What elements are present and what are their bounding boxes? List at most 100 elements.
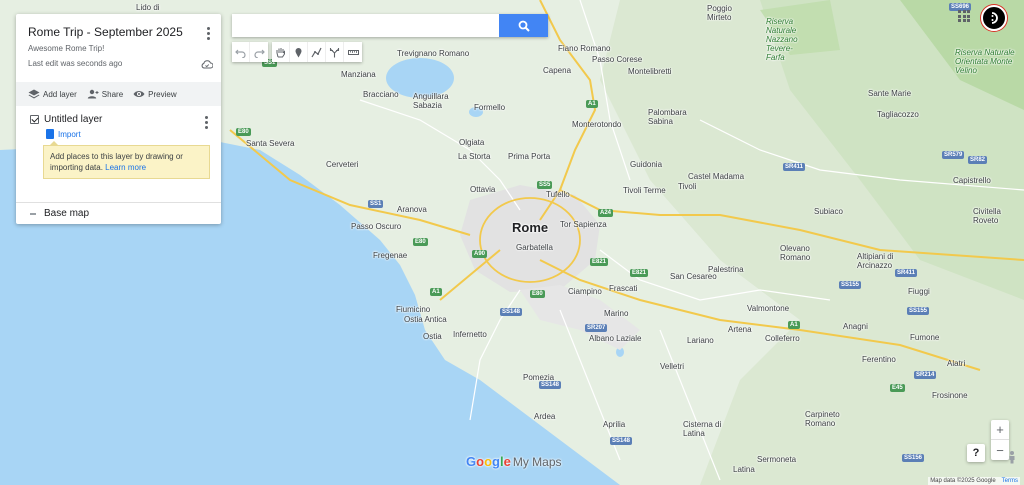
add-marker-button[interactable] xyxy=(290,42,308,62)
road-shield: SR82 xyxy=(968,156,988,164)
redo-button[interactable] xyxy=(250,42,268,62)
place-label: Tagliacozzo xyxy=(877,110,919,119)
place-label: Trevignano Romano xyxy=(397,49,470,58)
road-shield: SS1 xyxy=(368,200,384,208)
place-label: Lariano xyxy=(687,336,714,345)
layer-options-menu-icon[interactable] xyxy=(199,115,213,129)
road-shield: A1 xyxy=(586,100,598,108)
road-shield: SS155 xyxy=(839,281,862,289)
place-label: Tor Sapienza xyxy=(560,220,607,229)
account-avatar[interactable] xyxy=(981,5,1007,31)
share-button[interactable]: Share xyxy=(87,89,123,99)
place-label: Aranova xyxy=(397,205,427,214)
map-options-menu-icon[interactable] xyxy=(201,26,215,40)
layer-hint-tooltip: Add places to this layer by drawing or i… xyxy=(43,141,210,179)
place-label: Colleferro xyxy=(765,334,800,343)
place-label: Velletri xyxy=(660,362,685,371)
place-label: Riserva Naturale Orientata Monte Velino xyxy=(955,48,1015,75)
road-shield: SS148 xyxy=(539,381,562,389)
terms-link[interactable]: Terms xyxy=(1002,478,1018,484)
draw-line-button[interactable] xyxy=(308,42,326,62)
help-button[interactable]: ? xyxy=(967,444,985,462)
select-items-button[interactable] xyxy=(272,42,290,62)
google-my-maps-logo: Google My Maps xyxy=(466,454,562,469)
place-label: Anagni xyxy=(843,322,868,331)
place-label: Sante Marie xyxy=(868,89,912,98)
zoom-in-button[interactable]: + xyxy=(991,420,1009,440)
map-attribution: Map data ©2025 Google Terms xyxy=(928,477,1020,485)
search-button[interactable] xyxy=(499,14,548,37)
import-label: Import xyxy=(58,129,81,139)
eye-icon xyxy=(133,91,145,97)
road-shield: SS148 xyxy=(500,308,523,316)
road-shield: E821 xyxy=(630,269,649,277)
place-label: La Storta xyxy=(458,152,491,161)
place-label: Frosinone xyxy=(932,391,968,400)
place-label: Alatri xyxy=(947,359,966,368)
cloud-saved-icon xyxy=(201,60,213,69)
place-label: Artena xyxy=(728,325,752,334)
road-shield: A1 xyxy=(788,321,800,329)
road-shield: SR411 xyxy=(895,269,918,277)
place-label: Tivoli Terme xyxy=(623,186,666,195)
map-details-panel: Rome Trip - September 2025 Awesome Rome … xyxy=(16,14,221,224)
layer-section: Untitled layer Import Add places to this… xyxy=(16,106,221,202)
street-view-pegman-icon[interactable] xyxy=(1005,450,1019,464)
google-apps-icon[interactable] xyxy=(958,10,970,22)
measure-button[interactable] xyxy=(344,42,362,62)
learn-more-link[interactable]: Learn more xyxy=(105,163,146,172)
road-shield: E45 xyxy=(890,384,905,392)
place-label: Sermoneta xyxy=(757,455,797,464)
layer-name[interactable]: Untitled layer xyxy=(44,114,102,125)
draw-line-icon xyxy=(311,47,322,57)
undo-button[interactable] xyxy=(232,42,250,62)
preview-button[interactable]: Preview xyxy=(133,89,177,99)
place-label: Subiaco xyxy=(814,207,843,216)
add-directions-button[interactable] xyxy=(326,42,344,62)
place-label: Capistrello xyxy=(953,176,991,185)
place-label: Civitella Roveto xyxy=(973,207,1002,225)
place-label: Tivoli xyxy=(678,182,697,191)
panel-actions: Add layer Share Preview xyxy=(16,82,221,106)
place-label: Ostia Antica xyxy=(404,315,447,324)
expand-caret-icon[interactable] xyxy=(30,212,36,215)
base-map-row[interactable]: Base map xyxy=(16,202,221,224)
road-shield: E80 xyxy=(413,238,428,246)
road-shield: E80 xyxy=(530,290,545,298)
place-label: Poggio Mirteto xyxy=(707,4,732,22)
road-shield: SS155 xyxy=(907,307,930,315)
add-layer-label: Add layer xyxy=(43,89,77,99)
place-label: Cerveteri xyxy=(326,160,359,169)
place-label: Passo Oscuro xyxy=(351,222,402,231)
place-label: Ciampino xyxy=(568,287,602,296)
undo-icon xyxy=(235,49,246,58)
edit-status: Last edit was seconds ago xyxy=(28,59,123,68)
road-shield: SR214 xyxy=(914,371,937,379)
road-shield: SR207 xyxy=(585,324,608,332)
place-label-rome: Rome xyxy=(512,220,549,235)
place-label: Anguillara Sabazia xyxy=(413,92,449,110)
place-label: Carpineto Romano xyxy=(805,410,840,428)
google-logo: Google xyxy=(466,454,511,469)
road-shield: SS148 xyxy=(610,437,633,445)
add-layer-button[interactable]: Add layer xyxy=(28,89,77,99)
layer-visibility-checkbox[interactable] xyxy=(30,115,39,124)
place-label: Lido di xyxy=(136,3,160,12)
hand-icon xyxy=(276,47,285,57)
add-person-icon xyxy=(87,89,99,99)
place-label: Monterotondo xyxy=(572,120,622,129)
map-data-credit: Map data ©2025 Google xyxy=(930,478,996,484)
place-label: Ardea xyxy=(534,412,556,421)
road-shield: E821 xyxy=(590,258,609,266)
map-title[interactable]: Rome Trip - September 2025 xyxy=(28,25,209,39)
search-bar xyxy=(232,14,548,37)
place-label: Garbatella xyxy=(516,243,553,252)
redo-icon xyxy=(253,49,265,58)
search-input[interactable] xyxy=(232,14,499,37)
map-toolbar xyxy=(232,42,362,62)
import-link[interactable]: Import xyxy=(46,129,211,139)
place-label: Riserva Naturale Nazzano Tevere-Farfa xyxy=(766,17,798,62)
map-description[interactable]: Awesome Rome Trip! xyxy=(28,44,209,53)
place-label: Valmontone xyxy=(747,304,790,313)
place-label: Capena xyxy=(543,66,572,75)
